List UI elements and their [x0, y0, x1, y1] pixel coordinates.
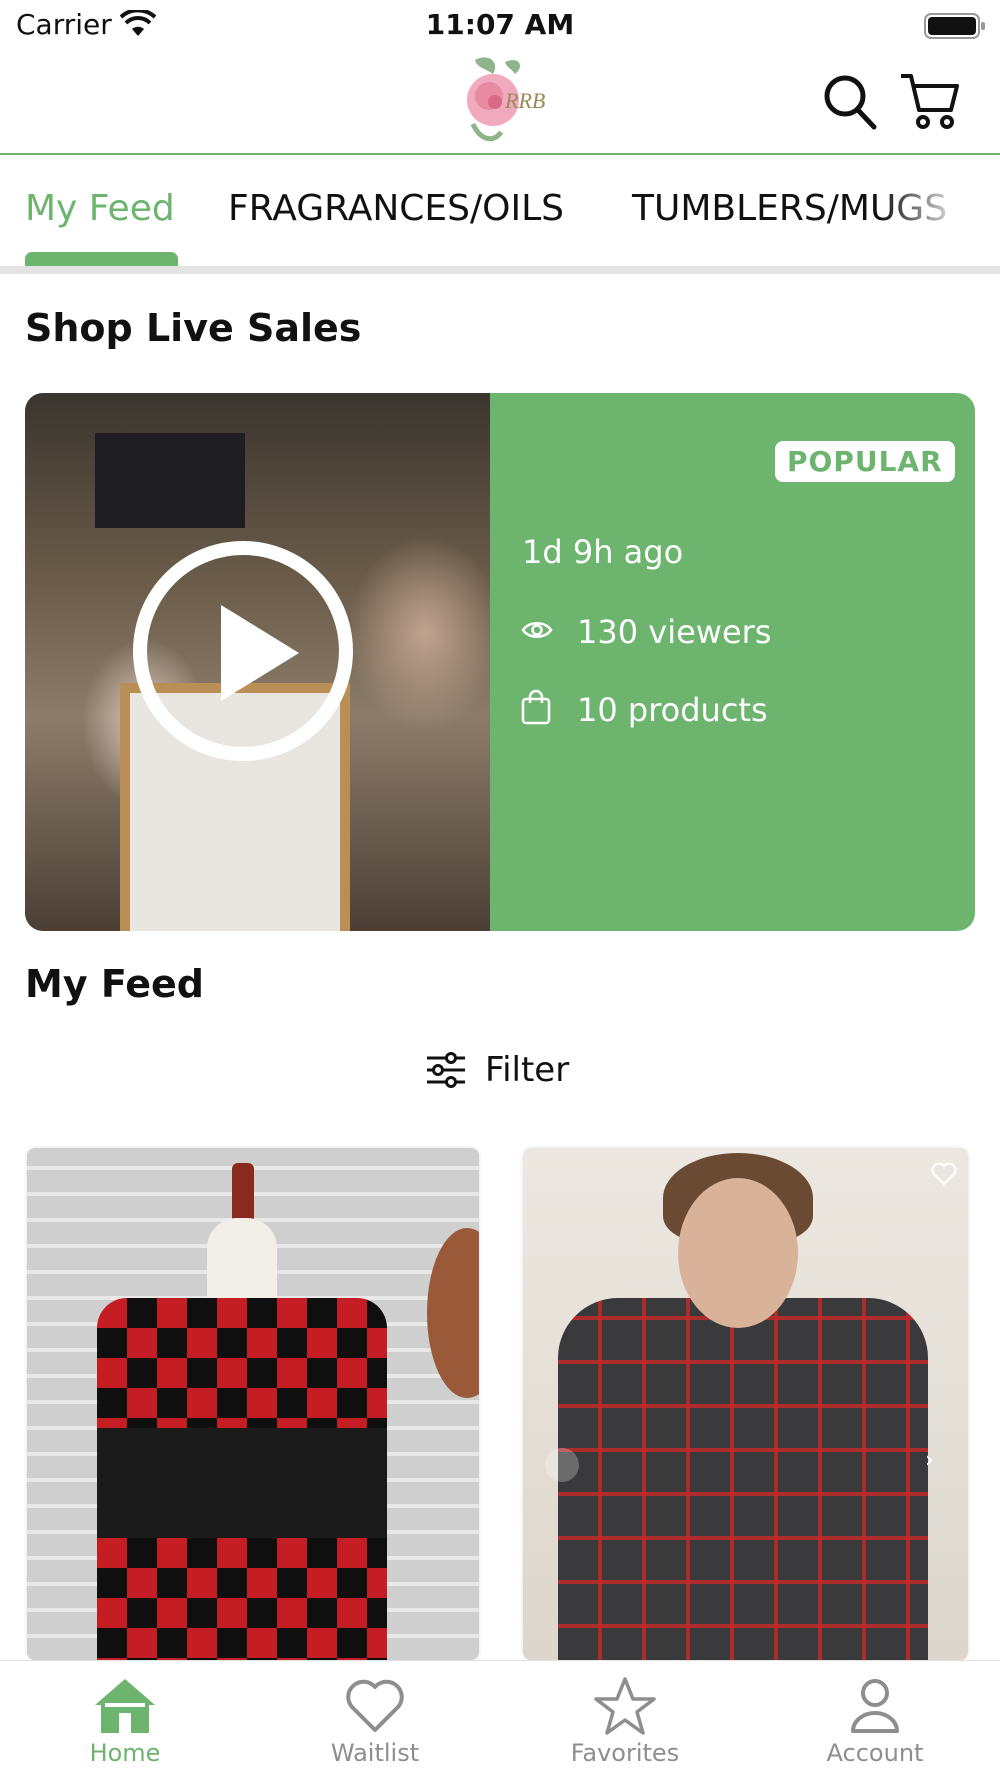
live-video-thumbnail[interactable]	[25, 393, 490, 931]
tab-home-label: Home	[89, 1739, 161, 1767]
product-image-flannel-shirt	[558, 1298, 928, 1660]
live-sales-title: Shop Live Sales	[25, 306, 362, 350]
heart-icon	[346, 1679, 404, 1732]
tab-account[interactable]: Account	[750, 1661, 1000, 1779]
star-icon	[594, 1677, 656, 1735]
bottom-tab-bar: Home Waitlist Favorites Account	[0, 1660, 1000, 1779]
person-icon	[851, 1679, 899, 1733]
header-divider	[0, 153, 1000, 155]
tab-overflow-fade	[880, 170, 1000, 250]
search-icon[interactable]	[823, 74, 877, 130]
tabs-baseline	[0, 266, 1000, 274]
cart-icon[interactable]	[899, 70, 961, 132]
thumbnail-tv	[95, 433, 245, 528]
tab-my-feed[interactable]: My Feed	[25, 188, 175, 229]
product-card[interactable]	[27, 1148, 479, 1660]
tab-home[interactable]: Home	[0, 1661, 250, 1779]
battery-icon	[924, 13, 985, 39]
carousel-prev-button[interactable]	[545, 1448, 579, 1482]
sliders-icon	[427, 1052, 465, 1088]
tab-fragrances-oils[interactable]: FRAGRANCES/OILS	[228, 188, 564, 229]
brand-logo[interactable]: RRB	[455, 52, 549, 148]
product-image-model-face	[678, 1178, 798, 1328]
tab-favorites[interactable]: Favorites	[500, 1661, 750, 1779]
eye-icon	[521, 622, 553, 638]
logo-text: RRB	[504, 88, 545, 113]
tab-account-label: Account	[826, 1739, 924, 1767]
status-time: 11:07 AM	[425, 8, 575, 41]
live-time-ago: 1d 9h ago	[522, 533, 684, 571]
active-tab-indicator	[25, 252, 178, 266]
heart-icon[interactable]	[931, 1162, 957, 1186]
chevron-right-icon[interactable]: ›	[925, 1448, 934, 1473]
product-image-black-band	[97, 1428, 387, 1538]
live-viewers-count: 130 viewers	[577, 613, 772, 651]
feed-title: My Feed	[25, 962, 204, 1006]
filter-label: Filter	[485, 1050, 570, 1090]
filter-button[interactable]: Filter	[425, 1050, 569, 1090]
product-card[interactable]: ›	[523, 1148, 968, 1660]
product-image-stand	[232, 1163, 254, 1223]
live-products-count: 10 products	[577, 691, 768, 729]
live-sale-card[interactable]: POPULAR 1d 9h ago 130 viewers 10 product…	[25, 393, 975, 931]
product-image-hat	[427, 1228, 479, 1398]
tab-waitlist-label: Waitlist	[330, 1739, 420, 1767]
play-icon	[221, 605, 299, 701]
shopping-bag-icon	[521, 689, 551, 725]
popular-badge: POPULAR	[775, 441, 955, 482]
tab-waitlist[interactable]: Waitlist	[250, 1661, 500, 1779]
tab-favorites-label: Favorites	[570, 1739, 680, 1767]
home-icon	[95, 1679, 155, 1733]
